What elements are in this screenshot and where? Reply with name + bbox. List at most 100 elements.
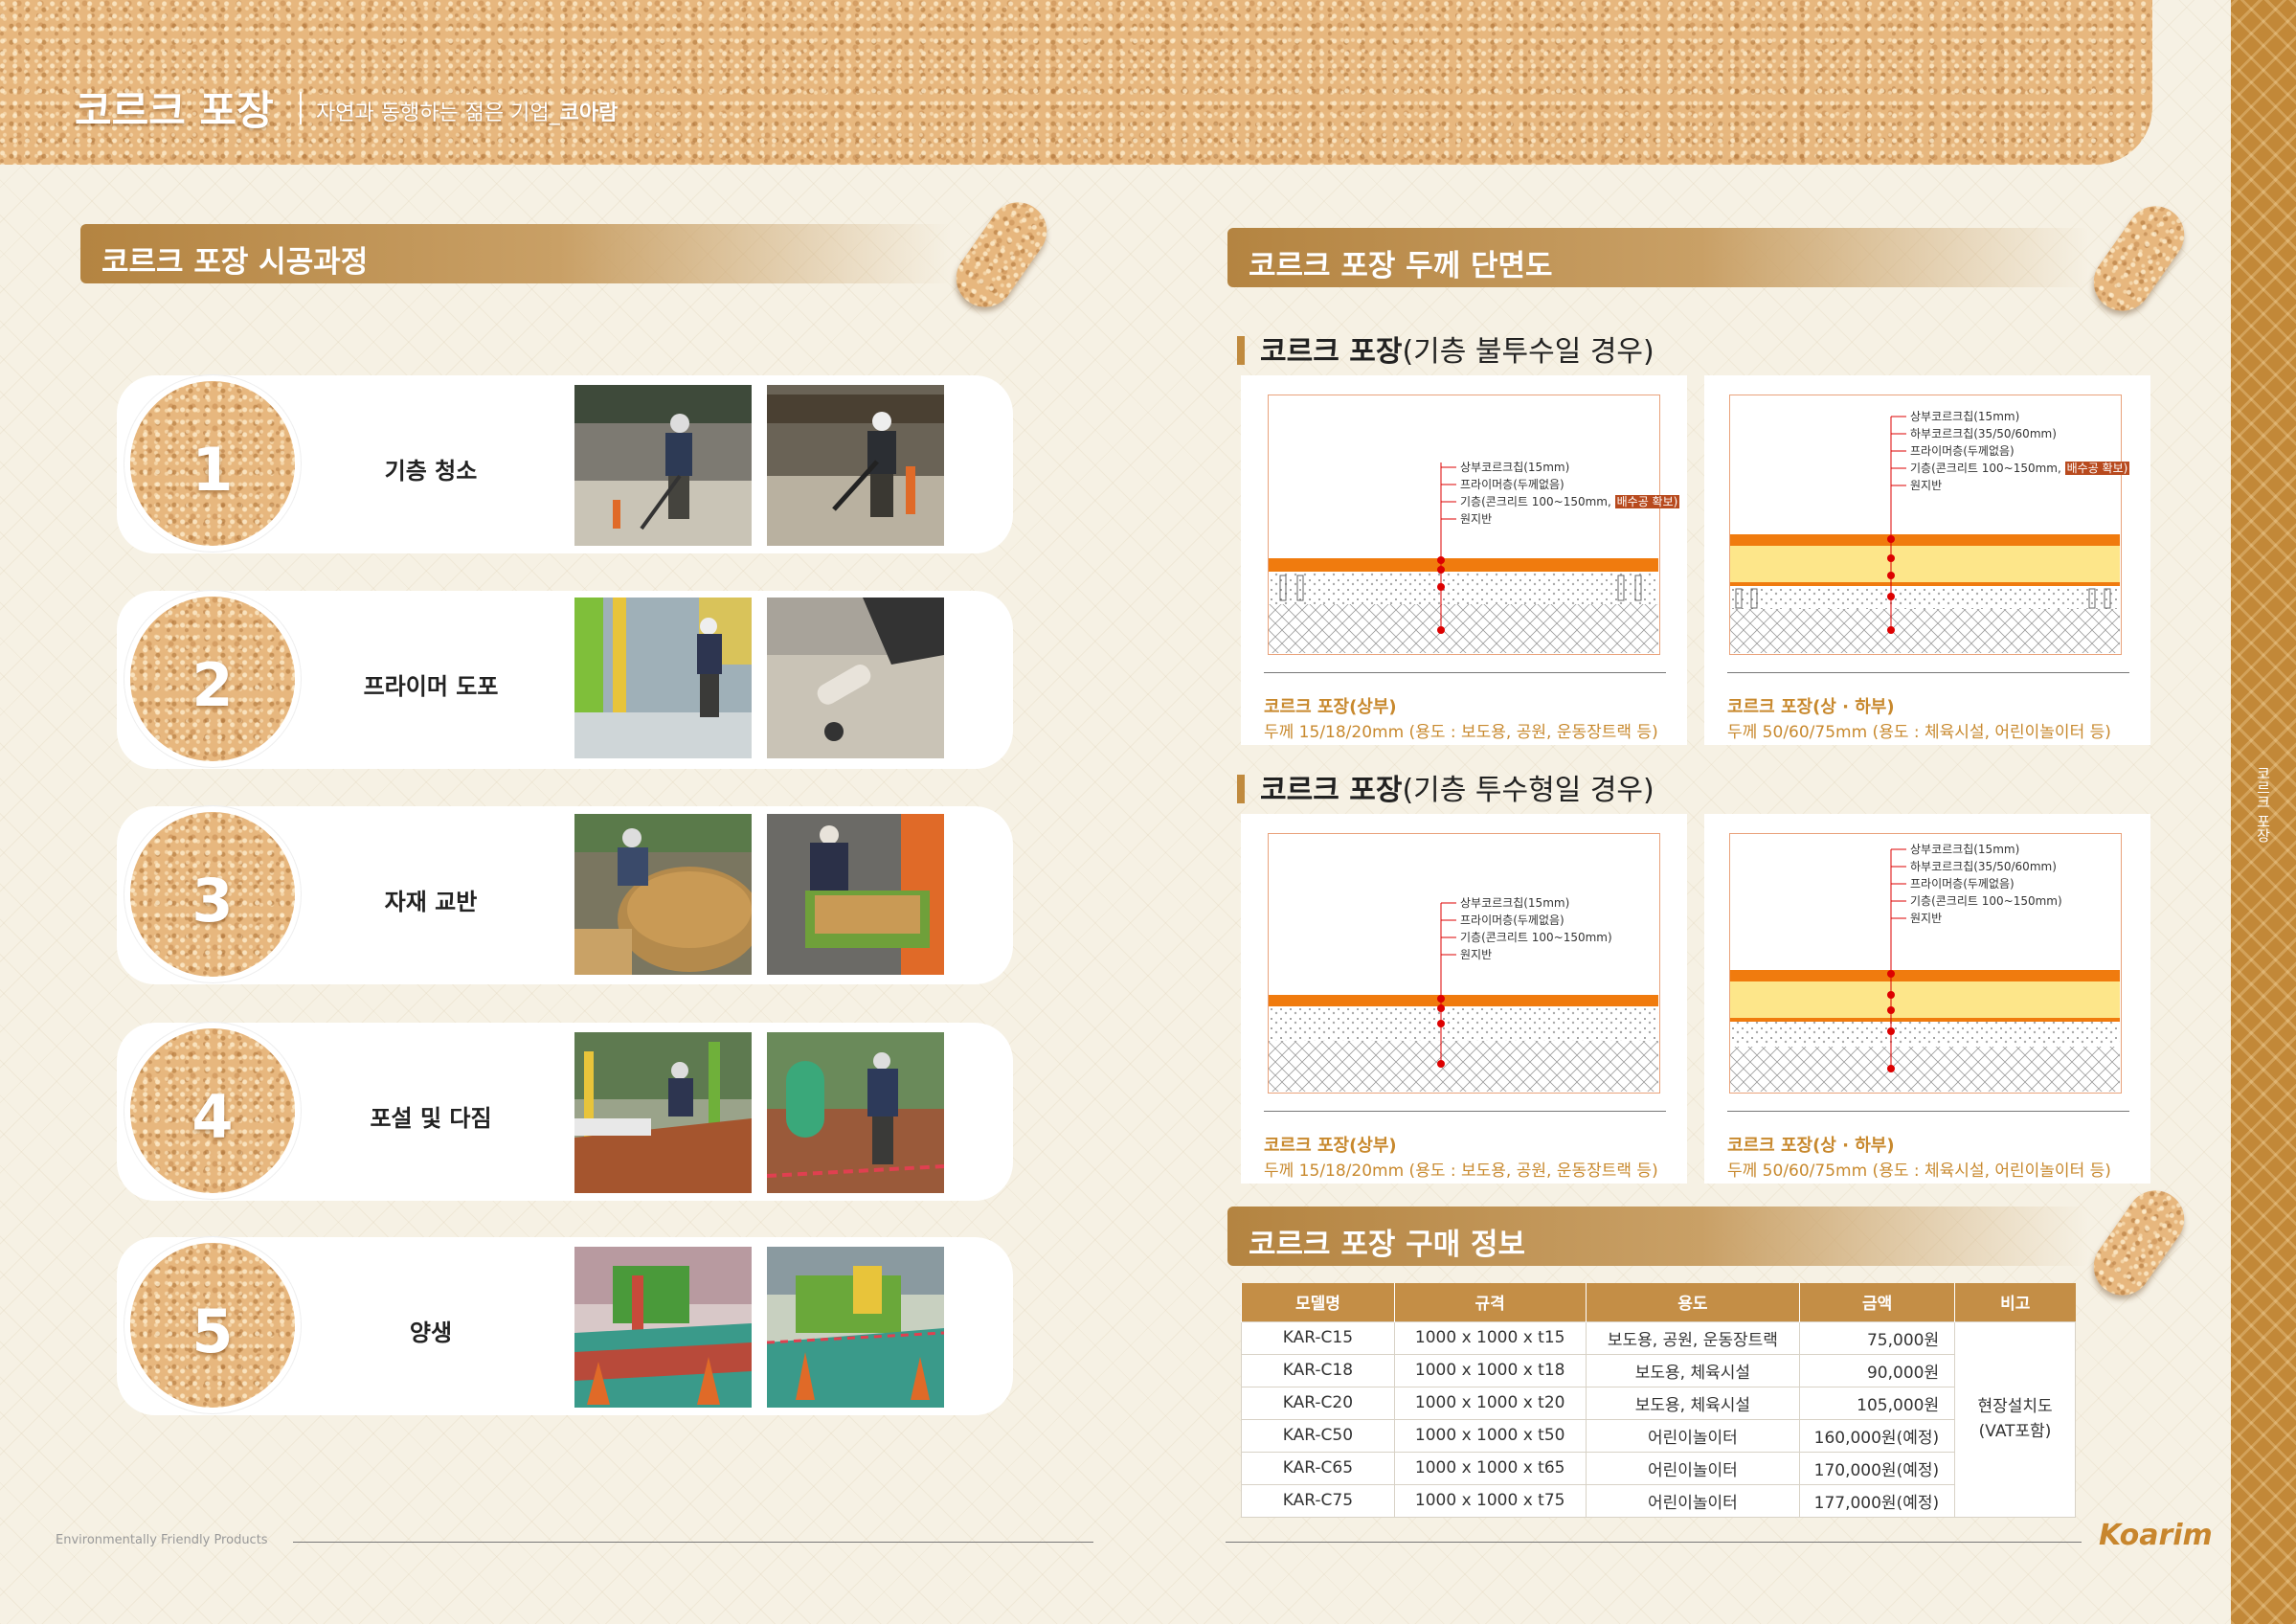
diagram-frame: 상부코르크칩(15mm) 프라이머층(두께없음) 기층(콘크리트 100~150… <box>1268 395 1680 655</box>
step-photo <box>767 598 944 758</box>
diagram-divider <box>1264 672 1666 673</box>
column-header: 모델명 <box>1241 1283 1395 1321</box>
layer-label: 상부코르크칩(15mm) <box>1910 843 2020 856</box>
thickness-section-header: 코르크 포장 두께 단면도 <box>1227 228 2089 287</box>
spec-cell: 1000 x 1000 x t18 <box>1393 1353 1587 1387</box>
purchase-heading: 코르크 포장 구매 정보 <box>1249 1228 1526 1262</box>
diagram-frame: 상부코르크칩(15mm) 프라이머층(두께없음) 기층(콘크리트 100~150… <box>1268 833 1660 1094</box>
footer-rule <box>1226 1542 2082 1543</box>
subtitle-bar <box>1237 775 1245 803</box>
subtitle-main: 코르크 포장 <box>1260 774 1403 807</box>
layer-label-text: 기층(콘크리트 100~150mm, <box>1460 495 1615 508</box>
price-table: 모델명 규격 용도 금액 비고 KAR-C15 1000 x 1000 x t1… <box>1241 1283 2076 1518</box>
subtitle-text: 자연과 동행하는 젊은 기업_ <box>316 102 560 125</box>
layer-label: 원지반 <box>1460 512 1493 526</box>
layer-label: 상부코르크칩(15mm) <box>1460 461 1570 474</box>
layer-label: 상부코르크칩(15mm) <box>1910 410 2020 423</box>
diagram-divider <box>1727 1111 2129 1112</box>
spec-cell: 1000 x 1000 x t65 <box>1393 1451 1587 1485</box>
step-photo <box>767 385 944 546</box>
layer-label: 프라이머층(두께없음) <box>1910 444 2015 458</box>
page-title: 코르크 포장 <box>75 87 274 134</box>
price-cell: 160,000원(예정) <box>1799 1418 1956 1453</box>
purchase-section-header: 코르크 포장 구매 정보 <box>1227 1207 2089 1266</box>
layer-label: 기층(콘크리트 100~150mm) <box>1460 931 1612 944</box>
price-cell: 105,000원 <box>1799 1386 1956 1420</box>
column-header: 규격 <box>1393 1283 1587 1321</box>
step-photo <box>574 385 752 546</box>
price-cell: 177,000원(예정) <box>1799 1483 1956 1518</box>
diagram-divider <box>1727 672 2129 673</box>
step-photo <box>767 814 944 975</box>
table-row: KAR-C15 1000 x 1000 x t15 보도용, 공원, 운동장트랙… <box>1241 1320 2076 1518</box>
process-heading: 코르크 포장 시공과정 <box>101 245 369 280</box>
usage-cell: 보도용, 체육시설 <box>1585 1353 1801 1387</box>
highlight-tag: 배수공 확보) <box>1614 495 1680 508</box>
layer-label: 기층(콘크리트 100~150mm) <box>1910 894 2062 908</box>
diagram-description: 두께 15/18/20mm (용도 : 보도용, 공원, 운동장트랙 등) <box>1264 723 1658 742</box>
footer-tagline: Environmentally Friendly Products <box>56 1533 268 1547</box>
step-label: 기층 청소 <box>384 458 478 485</box>
step-photo <box>574 814 752 975</box>
model-cell: KAR-C20 <box>1241 1386 1395 1420</box>
layer-label: 원지반 <box>1460 948 1493 961</box>
spec-cell: 1000 x 1000 x t15 <box>1393 1320 1587 1355</box>
step-number: 2 <box>191 650 234 720</box>
step-photo <box>574 598 752 758</box>
diagram-name: 코르크 포장(상부) <box>1264 697 1397 717</box>
cross-section-diagram: 상부코르크칩(15mm) 프라이머층(두께없음) 기층(콘크리트 100~150… <box>1241 375 1687 745</box>
usage-cell: 어린이놀이터 <box>1585 1451 1801 1485</box>
price-cell: 90,000원 <box>1799 1353 1956 1387</box>
layer-label-text: 기층(콘크리트 100~150mm, <box>1910 462 2065 475</box>
footer-rule <box>293 1542 1093 1543</box>
thickness-heading: 코르크 포장 두께 단면도 <box>1249 249 1553 283</box>
step-label: 자재 교반 <box>384 889 478 915</box>
price-cell: 170,000원(예정) <box>1799 1451 1956 1485</box>
step-number: 1 <box>191 435 234 505</box>
diagram-frame: 상부코르크칩(15mm) 하부코르크칩(35/50/60mm) 프라이머층(두께… <box>1729 833 2122 1094</box>
layer-label: 원지반 <box>1910 479 1943 492</box>
permeable-subtitle: 코르크 포장(기층 투수형일 경우) <box>1237 766 1654 808</box>
usage-cell: 어린이놀이터 <box>1585 1483 1801 1518</box>
highlight-tag: 배수공 확보) <box>2064 462 2130 475</box>
model-cell: KAR-C18 <box>1241 1353 1395 1387</box>
page-subtitle: 자연과 동행하는 젊은 기업_코아람 <box>316 96 618 126</box>
layer-label: 하부코르크칩(35/50/60mm) <box>1910 860 2057 873</box>
step-photo <box>574 1032 752 1193</box>
cross-section-diagram: 상부코르크칩(15mm) 하부코르크칩(35/50/60mm) 프라이머층(두께… <box>1704 375 2150 745</box>
model-cell: KAR-C65 <box>1241 1451 1395 1485</box>
layer-label: 기층(콘크리트 100~150mm, 배수공 확보) <box>1910 460 2130 477</box>
table-row: KAR-C65 1000 x 1000 x t65 어린이놀이터 170,000… <box>1241 1451 2076 1485</box>
diagram-description: 두께 50/60/75mm (용도 : 체육시설, 어린이놀이터 등) <box>1727 723 2111 742</box>
diagram-divider <box>1264 1111 1666 1112</box>
step-photo <box>767 1032 944 1193</box>
table-header-row: 모델명 규격 용도 금액 비고 <box>1241 1283 2076 1321</box>
layer-label: 기층(콘크리트 100~150mm, 배수공 확보) <box>1460 493 1680 510</box>
layer-label: 원지반 <box>1910 912 1943 925</box>
usage-cell: 보도용, 체육시설 <box>1585 1386 1801 1420</box>
diagram-name: 코르크 포장(상 · 하부) <box>1727 697 1895 717</box>
subtitle-bar <box>1237 336 1245 365</box>
diagram-name: 코르크 포장(상 · 하부) <box>1727 1136 1895 1156</box>
step-number-badge: 1 <box>124 375 301 552</box>
header-divider <box>300 92 302 124</box>
step-number: 5 <box>191 1297 234 1366</box>
step-number-badge: 3 <box>124 806 301 982</box>
note-line: (VAT포함) <box>1978 1422 2052 1441</box>
step-number: 4 <box>191 1082 234 1152</box>
impermeable-subtitle: 코르크 포장(기층 불투수일 경우) <box>1237 327 1654 370</box>
cross-section-diagram: 상부코르크칩(15mm) 프라이머층(두께없음) 기층(콘크리트 100~150… <box>1241 814 1687 1184</box>
step-number-badge: 4 <box>124 1023 301 1199</box>
diagram-description: 두께 15/18/20mm (용도 : 보도용, 공원, 운동장트랙 등) <box>1264 1162 1658 1181</box>
note-line: 현장설치도 <box>1977 1397 2053 1416</box>
table-row: KAR-C20 1000 x 1000 x t20 보도용, 체육시설 105,… <box>1241 1386 2076 1420</box>
step-label: 프라이머 도포 <box>363 673 499 700</box>
step-label: 포설 및 다짐 <box>370 1105 492 1132</box>
step-photo <box>767 1247 944 1408</box>
table-row: KAR-C18 1000 x 1000 x t18 보도용, 체육시설 90,0… <box>1241 1353 2076 1387</box>
diagram-name: 코르크 포장(상부) <box>1264 1136 1397 1156</box>
header-cork-band <box>0 0 2152 165</box>
subtitle-brand: 코아람 <box>559 102 619 125</box>
step-number-badge: 2 <box>124 591 301 767</box>
spec-cell: 1000 x 1000 x t75 <box>1393 1483 1587 1518</box>
